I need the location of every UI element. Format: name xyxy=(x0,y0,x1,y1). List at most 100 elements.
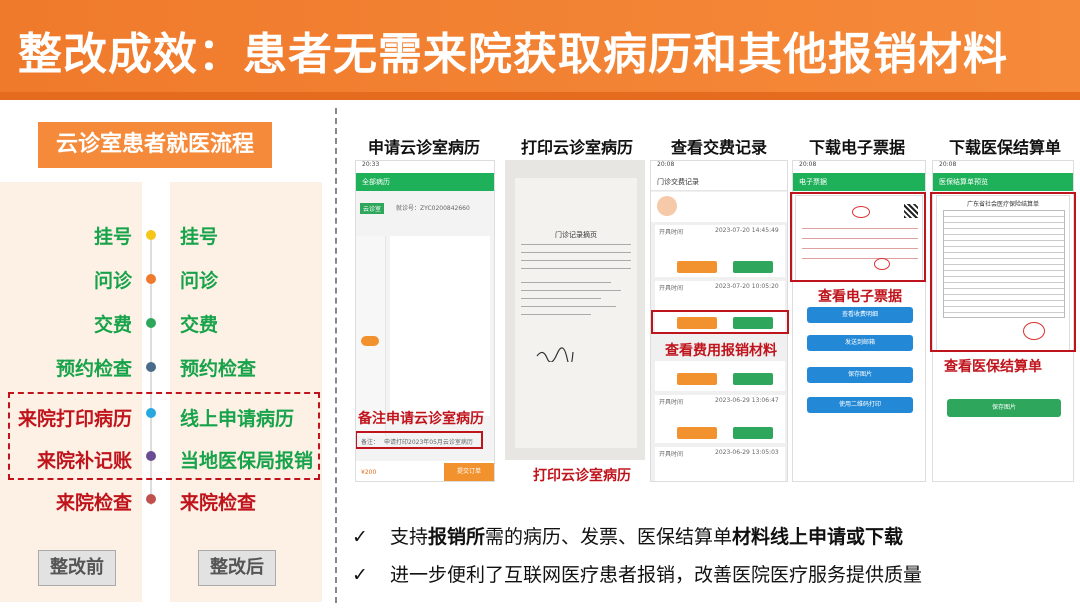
paper-line xyxy=(521,290,621,291)
before-step-register: 挂号 xyxy=(93,226,132,248)
after-step-pay: 交费 xyxy=(180,314,219,336)
fee-card-5: 开具时间 2023-06-29 13:05:03 xyxy=(655,447,785,481)
check-icon: ✓ xyxy=(352,526,368,548)
printed-record-photo: 门诊记录摘页 xyxy=(505,160,645,460)
before-step-exam: 来院检查 xyxy=(55,492,132,514)
before-step-consult: 问诊 xyxy=(93,270,132,292)
slide-title: 整改成效：患者无需来院获取病历和其他报销材料 xyxy=(18,29,1008,80)
vertical-divider xyxy=(335,108,337,603)
screen-title-apply: 申请云诊室病历 xyxy=(367,138,480,157)
signature-icon xyxy=(536,347,574,362)
fee-card-4: 开具时间 2023-06-29 13:06:47 xyxy=(655,395,785,443)
apply-remark-label: 备注： xyxy=(361,439,380,446)
settlement-caption: 查看医保结算单 xyxy=(944,359,1042,375)
apply-tab: 云诊室 xyxy=(360,203,385,214)
changed-steps-highlight xyxy=(8,392,320,480)
fee-row-label: 开具时间 xyxy=(659,399,684,406)
apply-nav: 全部病历 xyxy=(356,173,494,191)
before-step-pay: 交费 xyxy=(93,314,132,336)
flow-dot-1 xyxy=(146,230,156,240)
paper-line xyxy=(521,244,631,245)
bullet-1: ✓ 支持报销所需的病历、发票、医保结算单材料线上申请或下载 xyxy=(352,522,903,549)
bullet-2: ✓ 进一步便利了互联网医疗患者报销，改善医院医疗服务提供质量 xyxy=(352,560,922,587)
fee-row-value: 2023-07-20 14:45:49 xyxy=(715,227,779,234)
bullet-text: 支持 xyxy=(389,526,428,548)
fee-card-1: 开具时间 2023-07-20 14:45:49 xyxy=(655,225,785,277)
flow-dot-4 xyxy=(146,362,156,372)
apply-selected-chip xyxy=(361,336,379,346)
status-bar: 20:08 xyxy=(651,161,787,173)
fee-card-3 xyxy=(655,361,785,391)
bullet-text: 需的病历、发票、医保结算单 xyxy=(485,526,733,548)
bullet-bold: 报销所 xyxy=(427,526,485,548)
screen-title-invoice: 下载电子票据 xyxy=(808,138,905,157)
flow-dot-7 xyxy=(146,494,156,504)
save-image-button[interactable]: 保存图片 xyxy=(807,367,913,383)
fee-nav: 门诊交费记录 xyxy=(651,173,787,191)
status-bar: 20:33 xyxy=(356,161,494,173)
view-fee-button[interactable] xyxy=(677,261,717,273)
fee-row-label: 开具时间 xyxy=(659,451,684,458)
status-bar: 20:08 xyxy=(793,161,925,173)
view-fee-button[interactable] xyxy=(677,427,717,439)
before-step-book-exam: 预约检查 xyxy=(55,358,132,380)
paper-line xyxy=(521,298,601,299)
paper-line xyxy=(521,252,631,253)
print-caption: 打印云诊室病历 xyxy=(533,468,631,484)
save-image-button[interactable]: 保存图片 xyxy=(947,399,1061,417)
fee-row-label: 开具时间 xyxy=(659,285,684,292)
fee-patient-card xyxy=(651,192,787,222)
view-fee-button[interactable] xyxy=(677,373,717,385)
view-report-button[interactable] xyxy=(733,373,773,385)
apply-remark-text: 申请打印2023年05月云诊室病历 xyxy=(384,439,473,446)
qr-print-button[interactable]: 使用二维码打印 xyxy=(807,397,913,413)
after-label: 整改后 xyxy=(198,550,276,586)
invoice-caption: 查看电子票据 xyxy=(818,289,902,305)
flow-dot-2 xyxy=(146,274,156,284)
send-email-button[interactable]: 发送到邮箱 xyxy=(807,335,913,351)
flow-title: 云诊室患者就医流程 xyxy=(38,122,272,168)
view-fee-detail-button[interactable]: 查看收费明细 xyxy=(807,307,913,323)
apply-caption: 备注申请云诊室病历 xyxy=(358,411,484,427)
settlement-nav: 医保结算单预览 xyxy=(933,173,1073,191)
after-step-consult: 问诊 xyxy=(180,270,219,292)
printed-record-sheet: 门诊记录摘页 xyxy=(515,178,637,448)
apply-visit-id: 就诊号：ZYC0200842660 xyxy=(396,205,470,212)
bullet-text: 进一步便利了互联网医疗患者报销，改善医院医疗服务提供质量 xyxy=(389,564,922,586)
apply-record-screenshot: 20:33 全部病历 云诊室 就诊号：ZYC0200842660 备注： 申请打… xyxy=(355,160,495,482)
apply-record-list xyxy=(390,236,490,416)
after-step-book-exam: 预约检查 xyxy=(180,358,257,380)
paper-line xyxy=(521,268,631,269)
status-bar: 20:08 xyxy=(933,161,1073,173)
fee-caption: 查看费用报销材料 xyxy=(665,343,777,359)
screen-title-print: 打印云诊室病历 xyxy=(520,138,633,157)
fee-row-value: 2023-06-29 13:06:47 xyxy=(715,397,779,404)
paper-line xyxy=(521,306,616,307)
fee-row-label: 开具时间 xyxy=(659,229,684,236)
avatar xyxy=(657,196,677,216)
before-label: 整改前 xyxy=(38,550,116,586)
paper-line xyxy=(521,314,591,315)
check-icon: ✓ xyxy=(352,564,368,586)
screen-title-fee: 查看交费记录 xyxy=(670,138,767,157)
after-step-register: 挂号 xyxy=(180,226,219,248)
fee-row-value: 2023-07-20 10:05:20 xyxy=(715,283,779,290)
submit-order-button[interactable]: 提交订单 xyxy=(444,463,494,481)
fee-highlight xyxy=(651,310,789,334)
invoice-highlight xyxy=(790,192,926,282)
fee-row-value: 2023-06-29 13:05:03 xyxy=(715,449,779,456)
title-banner: 整改成效：患者无需来院获取病历和其他报销材料 xyxy=(0,0,1080,100)
after-step-exam: 来院检查 xyxy=(180,492,257,514)
settlement-highlight xyxy=(930,192,1076,352)
view-report-button[interactable] xyxy=(733,261,773,273)
screen-title-settlement: 下载医保结算单 xyxy=(948,138,1061,157)
paper-line xyxy=(521,260,631,261)
invoice-nav: 电子票据 xyxy=(793,173,925,191)
paper-title: 门诊记录摘页 xyxy=(555,231,597,239)
paper-line xyxy=(521,282,611,283)
title-underline xyxy=(0,92,1080,100)
bullet-bold: 材料线上申请或下载 xyxy=(732,526,904,548)
apply-price: ¥200 xyxy=(361,469,377,476)
flow-dot-3 xyxy=(146,318,156,328)
view-report-button[interactable] xyxy=(733,427,773,439)
